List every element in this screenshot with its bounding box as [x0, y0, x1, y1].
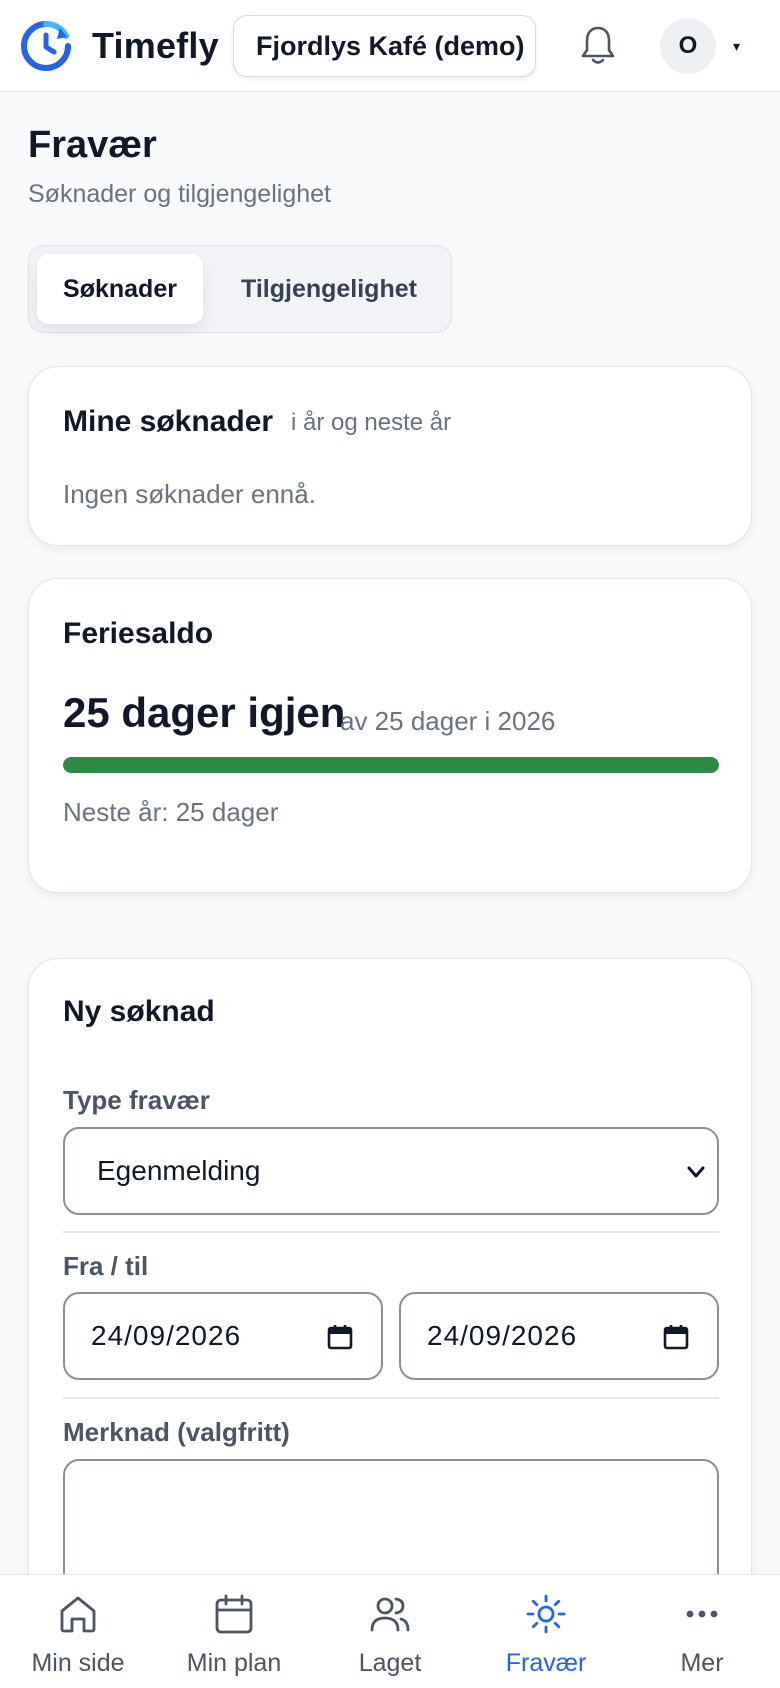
nav-item-mer[interactable]: Mer	[624, 1575, 780, 1688]
nav-item-min-side[interactable]: Min side	[0, 1575, 156, 1688]
empty-applications-text: Ingen søknader ennå.	[63, 479, 316, 509]
page-title: Fravær	[28, 124, 157, 166]
tab-availability[interactable]: Tilgjengelighet	[213, 254, 445, 324]
chevron-down-icon	[687, 1166, 705, 1178]
date-range-label: Fra / til	[63, 1251, 149, 1281]
my-applications-title: Mine søknader	[63, 405, 274, 438]
sun-icon	[526, 1594, 566, 1634]
divider	[63, 1231, 719, 1233]
days-remaining: 25 dager igjen	[63, 689, 346, 736]
timefly-logo-icon[interactable]	[20, 20, 72, 72]
app-header: Timefly Fjordlys Kafé (demo) O ▾	[0, 0, 780, 92]
calendar-icon	[215, 1594, 253, 1634]
avatar[interactable]: O	[660, 18, 716, 74]
home-icon	[60, 1596, 96, 1633]
page-subtitle: Søknader og tilgjengelighet	[28, 180, 331, 208]
nav-item-laget[interactable]: Laget	[312, 1575, 468, 1688]
next-year-balance: Neste år: 25 dager	[63, 797, 279, 827]
my-applications-card: Mine søknader i år og neste år Ingen søk…	[28, 366, 752, 546]
more-icon	[686, 1610, 718, 1618]
note-label: Merknad (valgfritt)	[63, 1417, 290, 1447]
brand-name: Timefly	[92, 25, 219, 66]
absence-type-select[interactable]: Egenmelding	[63, 1127, 719, 1215]
nav-item-fravaer[interactable]: Fravær	[468, 1575, 624, 1688]
chevron-down-icon[interactable]: ▾	[733, 38, 740, 55]
bottom-nav: Min side Min plan Laget Fravær Mer	[0, 1574, 780, 1688]
calendar-icon[interactable]	[327, 1324, 353, 1350]
nav-label: Laget	[358, 1649, 422, 1677]
absence-type-label: Type fravær	[63, 1085, 210, 1115]
nav-label: Fravær	[505, 1649, 587, 1677]
balance-progress-fill	[63, 757, 719, 773]
to-date-value: 24/09/2026	[427, 1320, 578, 1351]
from-date-input[interactable]: 24/09/2026	[63, 1292, 383, 1380]
vacation-balance-card: Feriesaldo 25 dager igjen av 25 dager i …	[28, 578, 752, 893]
users-icon	[370, 1597, 410, 1632]
tab-bar: Søknader Tilgjengelighet	[28, 245, 452, 333]
days-total: av 25 dager i 2026	[340, 706, 556, 736]
org-switcher-button[interactable]: Fjordlys Kafé (demo)	[233, 15, 536, 77]
to-date-input[interactable]: 24/09/2026	[399, 1292, 719, 1380]
from-date-value: 24/09/2026	[91, 1320, 242, 1351]
my-applications-scope: i år og neste år	[291, 409, 452, 436]
absence-type-value: Egenmelding	[97, 1155, 261, 1186]
nav-label: Mer	[680, 1649, 724, 1677]
balance-progress-bar	[63, 757, 719, 773]
nav-label: Min plan	[186, 1649, 282, 1677]
vacation-balance-title: Feriesaldo	[63, 617, 214, 650]
new-request-title: Ny søknad	[63, 995, 215, 1028]
nav-label: Min side	[31, 1649, 125, 1677]
calendar-icon[interactable]	[663, 1324, 689, 1350]
bell-icon[interactable]	[578, 24, 618, 68]
nav-item-min-plan[interactable]: Min plan	[156, 1575, 312, 1688]
tab-applications[interactable]: Søknader	[37, 254, 203, 324]
divider	[63, 1397, 719, 1399]
